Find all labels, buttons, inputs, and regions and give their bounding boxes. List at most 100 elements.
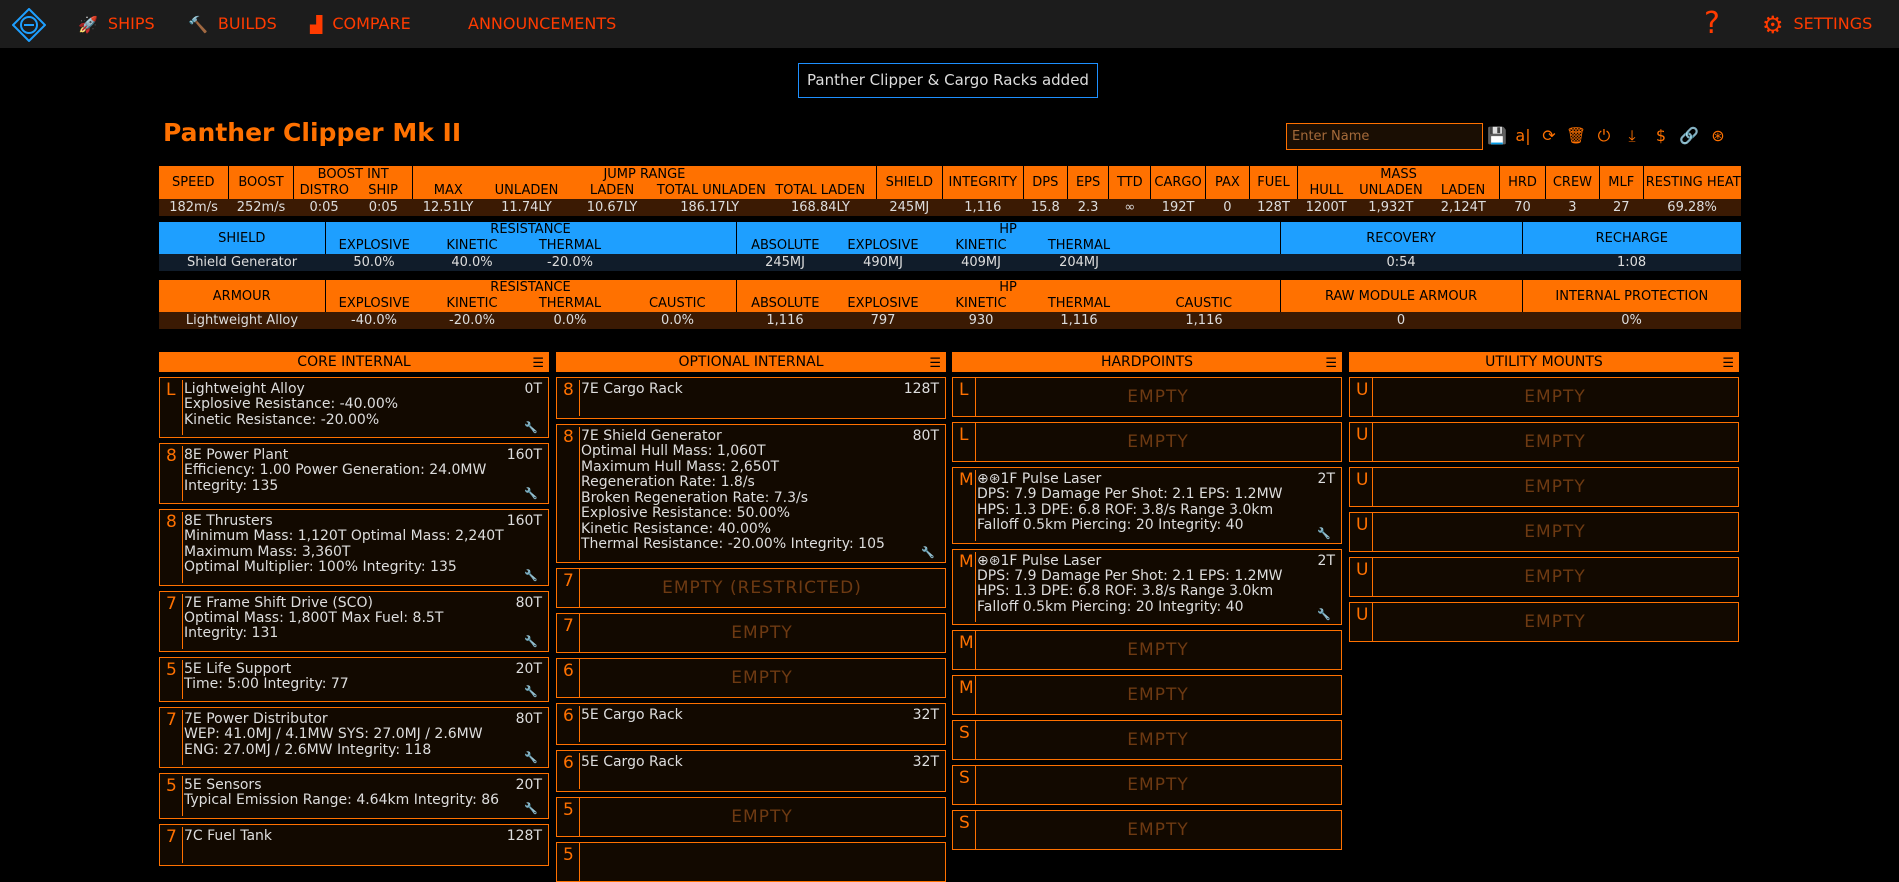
announcement-banner[interactable]: Panther Clipper & Cargo Racks added: [798, 63, 1098, 98]
nav-compare[interactable]: ▟ COMPARE: [310, 0, 411, 48]
empty-slot[interactable]: U EMPTY: [1349, 467, 1739, 507]
module-stat-line: Explosive Resistance: -40.00%: [184, 396, 399, 412]
module-mass: 0T: [524, 381, 542, 397]
wrench-icon[interactable]: 🔧: [921, 546, 935, 559]
nav-settings[interactable]: ⚙ SETTINGS: [1762, 0, 1872, 48]
module-slot[interactable]: 8 8E Power Plant 160T Efficiency: 1.00 Powe…: [159, 443, 549, 504]
empty-slot[interactable]: U EMPTY: [1349, 557, 1739, 597]
empty-slot[interactable]: S EMPTY: [952, 810, 1342, 850]
module-slot[interactable]: 8 8E Thrusters 160T Minimum Mass: 1,120T Op…: [159, 509, 549, 586]
armour-table: ARMOUR RESISTANCE HP RAW MODULE ARMOUR I…: [159, 280, 1742, 329]
armour-name: Lightweight Alloy: [159, 312, 325, 329]
wrench-icon[interactable]: 🔧: [524, 421, 538, 434]
empty-slot[interactable]: 6 EMPTY: [556, 657, 946, 698]
download-icon[interactable]: ⤓: [1621, 124, 1643, 148]
sliders-icon[interactable]: ☰: [929, 354, 941, 374]
module-slot[interactable]: 7 7E Frame Shift Drive (SCO) 80T Optimal Ma…: [159, 590, 549, 652]
slot-class-label: S: [959, 813, 970, 833]
wrench-icon[interactable]: 🔧: [524, 635, 538, 648]
module-stat-line: HPS: 1.3 DPE: 6.8 ROF: 3.8/s Range 3.0km: [977, 501, 1274, 518]
coriolis-icon[interactable]: ⊛: [1707, 124, 1729, 148]
nav-announcements[interactable]: ANNOUNCEMENTS: [468, 0, 616, 48]
build-name-input[interactable]: [1286, 123, 1483, 150]
slot-class-label: M: [959, 678, 974, 698]
save-icon[interactable]: 💾: [1486, 124, 1508, 148]
power-icon[interactable]: ⏻: [1593, 124, 1615, 148]
empty-label: EMPTY: [1524, 612, 1586, 632]
empty-slot[interactable]: 7 EMPTY: [556, 612, 946, 653]
module-stat-line: Maximum Hull Mass: 2,650T: [581, 458, 780, 475]
slot-class-label: S: [959, 768, 970, 788]
reload-icon[interactable]: ⟳: [1538, 124, 1560, 148]
empty-label: EMPTY: [1127, 432, 1189, 452]
shield-recharge-header: RECHARGE: [1521, 222, 1742, 254]
wrench-icon[interactable]: 🔧: [524, 487, 538, 500]
module-slot[interactable]: 6 5E Cargo Rack 32T: [556, 702, 946, 745]
empty-slot[interactable]: L EMPTY: [952, 422, 1342, 462]
ship-title: Panther Clipper Mk II: [163, 118, 462, 147]
empty-slot[interactable]: M EMPTY: [952, 675, 1342, 715]
module-slot[interactable]: 8 7E Shield Generator 80T Optimal Hull Mass…: [556, 424, 946, 563]
module-slot[interactable]: M ⊕⊛1F Pulse Laser 2T DPS: 7.9 Damage Per S…: [952, 467, 1342, 544]
wrench-icon[interactable]: 🔧: [1317, 527, 1331, 540]
empty-slot[interactable]: 7 EMPTY (RESTRICTED): [556, 567, 946, 608]
module-name: 5E Sensors: [184, 777, 262, 793]
module-slot[interactable]: L Lightweight Alloy 0T Explosive Resistance…: [159, 377, 549, 438]
shield-res-thermal: THERMAL: [521, 237, 619, 254]
wrench-icon[interactable]: 🔧: [524, 569, 538, 582]
empty-slot[interactable]: S EMPTY: [952, 765, 1342, 805]
val-mass-unladen: 1,932T: [1354, 199, 1428, 216]
wrench-icon[interactable]: 🔧: [1317, 608, 1331, 621]
slot-class-label: 5: [166, 776, 177, 796]
app-logo-icon[interactable]: [12, 8, 46, 42]
empty-label: EMPTY: [1127, 730, 1189, 750]
empty-label: EMPTY (RESTRICTED): [662, 577, 862, 598]
col-ttd: TTD: [1108, 166, 1151, 199]
module-slot[interactable]: M ⊕⊛1F Pulse Laser 2T DPS: 7.9 Damage Per S…: [952, 548, 1342, 625]
cost-icon[interactable]: $: [1650, 124, 1672, 148]
shield-header: SHIELD: [159, 222, 325, 254]
wrench-icon[interactable]: 🔧: [524, 685, 538, 698]
module-stat-line: WEP: 41.0MJ / 4.1MW SYS: 27.0MJ / 2.6MW: [184, 726, 483, 742]
module-slot[interactable]: 6 5E Cargo Rack 32T: [556, 749, 946, 792]
armour-res-kinetic: KINETIC: [423, 295, 521, 312]
wrench-icon[interactable]: 🔧: [524, 751, 538, 764]
sliders-icon[interactable]: ☰: [1722, 354, 1734, 374]
module-mass: 20T: [515, 660, 542, 677]
help-button[interactable]: ?: [1704, 0, 1720, 48]
module-stat-line: Kinetic Resistance: -20.00%: [184, 411, 380, 428]
empty-slot[interactable]: 5 EMPTY: [556, 796, 946, 837]
empty-slot[interactable]: U EMPTY: [1349, 422, 1739, 462]
hardpoints-column: HARDPOINTS ☰ L EMPTY L EMPTY M ⊕⊛1F Pulse Las…: [952, 352, 1342, 850]
link-icon[interactable]: 🔗: [1678, 124, 1700, 148]
sliders-icon[interactable]: ☰: [1325, 354, 1337, 374]
slot-class-label: U: [1356, 515, 1369, 535]
module-slot[interactable]: 7 7E Power Distributor 80T WEP: 41.0MJ / 4.…: [159, 707, 549, 768]
empty-slot[interactable]: U EMPTY: [1349, 512, 1739, 552]
wrench-icon[interactable]: 🔧: [524, 802, 538, 815]
empty-slot[interactable]: L EMPTY: [952, 377, 1342, 417]
nav-ships[interactable]: 🚀 SHIPS: [78, 0, 155, 48]
module-mass: 160T: [506, 513, 542, 529]
val-distro: 0:05: [293, 199, 355, 216]
module-slot[interactable]: 7 7C Fuel Tank 128T: [159, 823, 549, 866]
module-slot[interactable]: 5 5E Sensors 20T Typical Emission Range: 4.…: [159, 773, 549, 819]
col-pax: PAX: [1205, 166, 1250, 199]
col-mass-unladen: UNLADEN: [1354, 182, 1428, 199]
empty-slot[interactable]: M EMPTY: [952, 630, 1342, 670]
val-unladen: 11.74LY: [483, 199, 570, 216]
nav-builds[interactable]: 🔨 BUILDS: [188, 0, 277, 48]
sliders-icon[interactable]: ☰: [532, 354, 544, 374]
empty-slot[interactable]: S EMPTY: [952, 720, 1342, 760]
armour-hp-kinetic: KINETIC: [932, 295, 1030, 312]
empty-slot[interactable]: U EMPTY: [1349, 377, 1739, 417]
empty-slot[interactable]: 5: [556, 841, 946, 882]
module-slot[interactable]: 8 7E Cargo Rack 128T: [556, 377, 946, 419]
val-dps: 15.8: [1023, 199, 1068, 216]
armour-val-hp-caus: 1,116: [1128, 312, 1281, 329]
empty-slot[interactable]: U EMPTY: [1349, 602, 1739, 642]
module-slot[interactable]: 5 5E Life Support 20T Time: 5:00 Integrity:…: [159, 656, 549, 702]
shield-val-hp-therm: 204MJ: [1030, 254, 1128, 271]
delete-icon[interactable]: 🗑: [1565, 124, 1587, 148]
rename-icon[interactable]: a|: [1512, 124, 1534, 148]
